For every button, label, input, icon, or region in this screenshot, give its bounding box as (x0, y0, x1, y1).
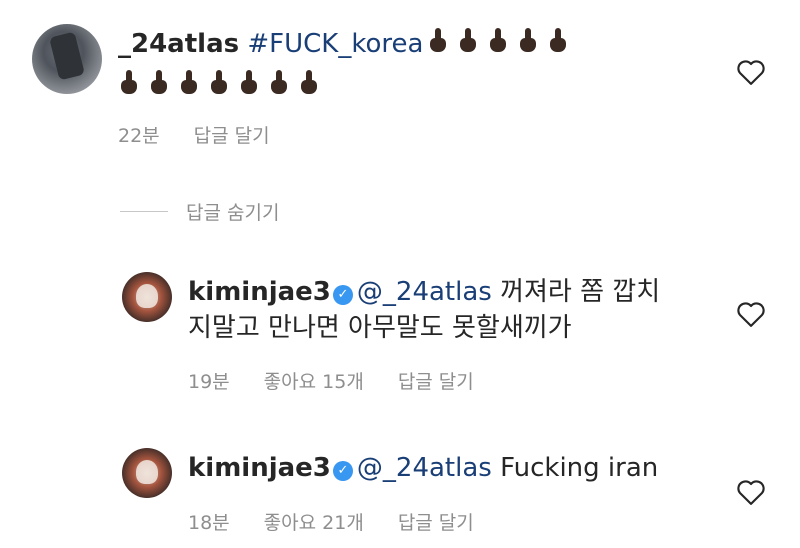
heart-outline-icon (737, 302, 765, 327)
avatar[interactable] (122, 272, 172, 322)
reply-button[interactable]: 답글 달기 (194, 125, 270, 147)
reply-line-1: kiminjae3 ✓ @_24atlas 꺼져라 쫌 깝치 (188, 274, 660, 310)
reply-meta: 18분 좋아요 21개 답글 달기 (188, 508, 508, 535)
reply-time: 19분 (188, 371, 230, 393)
reply-text: Fucking iran (500, 453, 659, 483)
likes-count[interactable]: 좋아요 15개 (264, 371, 364, 393)
comment-hashtag[interactable]: #FUCK_korea (247, 29, 423, 59)
replies-toggle-line (120, 211, 168, 212)
reply-button[interactable]: 답글 달기 (398, 512, 474, 534)
verified-badge-icon: ✓ (332, 461, 353, 481)
reply-text: 꺼져라 쫌 깝치 (500, 277, 661, 307)
comment-line-2 (114, 68, 324, 104)
reply-button[interactable]: 답글 달기 (398, 371, 474, 393)
avatar[interactable] (32, 24, 102, 94)
heart-outline-icon (737, 60, 765, 85)
reply-line-2: 지말고 만나면 아무말도 못할새끼가 (188, 310, 572, 346)
like-heart-icon[interactable] (736, 300, 766, 328)
middle-finger-icon (210, 70, 227, 96)
middle-finger-icon (240, 70, 257, 96)
comment-time: 22분 (118, 125, 160, 147)
reply-username[interactable]: kiminjae3 (188, 453, 331, 483)
avatar-image (136, 284, 158, 308)
comment-meta: 22분 답글 달기 (118, 121, 304, 148)
middle-finger-icon (489, 28, 507, 54)
reply-username[interactable]: kiminjae3 (188, 277, 331, 307)
avatar[interactable] (122, 448, 172, 498)
likes-count[interactable]: 좋아요 21개 (264, 512, 364, 534)
reply-line-1: kiminjae3 ✓ @_24atlas Fucking iran (188, 450, 658, 486)
reply-mention[interactable]: @_24atlas (357, 277, 492, 307)
hide-replies-button[interactable]: 답글 숨기기 (186, 198, 279, 225)
reply-time: 18분 (188, 512, 230, 534)
emoji-row (423, 28, 573, 59)
middle-finger-icon (549, 28, 567, 54)
middle-finger-icon (519, 28, 537, 54)
avatar-image (136, 460, 158, 484)
middle-finger-icon (180, 70, 197, 96)
middle-finger-icon (120, 70, 137, 96)
reply-text: 지말고 만나면 아무말도 못할새끼가 (188, 313, 572, 343)
like-heart-icon[interactable] (736, 478, 766, 506)
comment-line-1: _24atlas #FUCK_korea (118, 26, 573, 62)
middle-finger-icon (300, 70, 317, 96)
middle-finger-icon (150, 70, 167, 96)
middle-finger-icon (429, 28, 447, 54)
heart-outline-icon (737, 480, 765, 505)
reply-meta: 19분 좋아요 15개 답글 달기 (188, 367, 508, 394)
verified-badge-icon: ✓ (332, 285, 353, 305)
reply-mention[interactable]: @_24atlas (357, 453, 492, 483)
middle-finger-icon (459, 28, 477, 54)
like-heart-icon[interactable] (736, 58, 766, 86)
middle-finger-icon (270, 70, 287, 96)
comment-username[interactable]: _24atlas (118, 29, 239, 59)
avatar-image (49, 31, 85, 81)
emoji-row (114, 70, 324, 101)
